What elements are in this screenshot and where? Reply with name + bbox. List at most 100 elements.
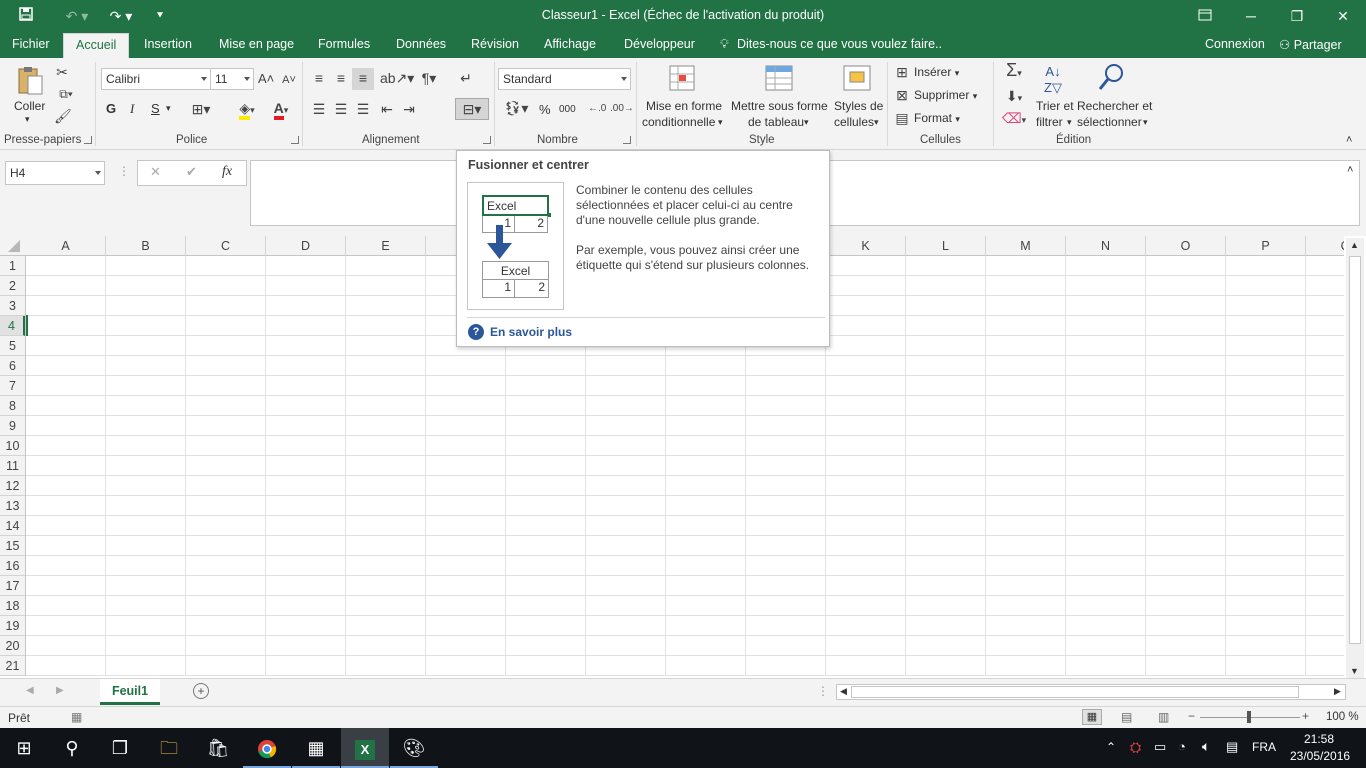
windows-start-icon[interactable]: ⊞ xyxy=(0,728,48,768)
format-painter-icon[interactable]: 🖌︎ xyxy=(54,108,72,124)
underline-button[interactable]: S xyxy=(151,101,160,116)
learn-more-link[interactable]: En savoir plus xyxy=(490,325,572,339)
column-header[interactable]: M xyxy=(986,236,1066,256)
conditional-format-button[interactable]: Mise en forme xyxy=(646,99,722,113)
signin-link[interactable]: Connexion xyxy=(1205,37,1265,51)
show-hidden-icons[interactable]: ⌃ xyxy=(1106,740,1116,754)
column-header[interactable]: C xyxy=(186,236,266,256)
row-header[interactable]: 19 xyxy=(0,616,25,636)
ribbon-display-icon[interactable] xyxy=(1194,6,1216,26)
row-header[interactable]: 20 xyxy=(0,636,25,656)
cut-icon[interactable]: ✂ xyxy=(54,64,70,80)
column-header[interactable]: A xyxy=(26,236,106,256)
tab-developpeur[interactable]: Développeur xyxy=(624,37,695,51)
row-header[interactable]: 8 xyxy=(0,396,25,416)
normal-view-icon[interactable]: ▦ xyxy=(1082,709,1102,725)
row-header[interactable]: 1 xyxy=(0,256,25,276)
align-bottom-icon[interactable]: ≡ xyxy=(352,68,374,90)
store-icon[interactable]: 🛍︎ xyxy=(194,728,242,768)
column-header[interactable]: D xyxy=(266,236,346,256)
sheet-tab-feuil1[interactable]: Feuil1 xyxy=(100,679,160,705)
column-header[interactable]: E xyxy=(346,236,426,256)
cancel-icon[interactable]: ✕ xyxy=(150,164,161,180)
row-header[interactable]: 18 xyxy=(0,596,25,616)
row-header[interactable]: 7 xyxy=(0,376,25,396)
row-header[interactable]: 3 xyxy=(0,296,25,316)
cell-styles-button[interactable]: Styles de xyxy=(834,99,883,113)
row-header[interactable]: 10 xyxy=(0,436,25,456)
bold-button[interactable]: G xyxy=(106,101,116,116)
scroll-right-icon[interactable]: ▶ xyxy=(1334,686,1341,697)
row-header[interactable]: 4 xyxy=(0,316,25,336)
tab-insertion[interactable]: Insertion xyxy=(144,37,192,51)
align-center-icon[interactable]: ☰ xyxy=(333,101,349,117)
column-header[interactable]: N xyxy=(1066,236,1146,256)
horizontal-scrollbar[interactable]: ◀ ▶ xyxy=(836,684,1346,700)
align-left-icon[interactable]: ☰ xyxy=(311,101,327,117)
font-launcher-icon[interactable] xyxy=(291,136,299,144)
insert-button[interactable]: Insérer ▾ xyxy=(914,65,959,79)
volume-icon[interactable]: 🔈︎ xyxy=(1202,738,1210,755)
scroll-left-icon[interactable]: ◀ xyxy=(840,686,847,697)
hscroll-thumb[interactable] xyxy=(851,686,1299,698)
shrink-font-icon[interactable]: A˅ xyxy=(282,72,296,88)
clock-date[interactable]: 23/05/2016 xyxy=(1290,749,1350,763)
orientation-icon[interactable]: ab↗▾ xyxy=(380,70,414,86)
format-button[interactable]: Format ▾ xyxy=(914,111,960,125)
page-layout-view-icon[interactable]: ▤ xyxy=(1121,710,1132,724)
decrease-indent-icon[interactable]: ⇤ xyxy=(378,101,396,117)
align-right-icon[interactable]: ☰ xyxy=(355,101,371,117)
increase-indent-icon[interactable]: ⇥ xyxy=(400,101,418,117)
clear-icon[interactable]: ⌫▾ xyxy=(1000,110,1028,128)
minimize-icon[interactable]: ─ xyxy=(1240,6,1262,26)
tab-donnees[interactable]: Données xyxy=(396,37,446,51)
tab-affichage[interactable]: Affichage xyxy=(544,37,596,51)
close-icon[interactable]: ✕ xyxy=(1332,6,1354,26)
scroll-up-icon[interactable]: ▲ xyxy=(1350,240,1359,250)
rtl-icon[interactable]: ¶▾ xyxy=(416,70,442,86)
wrap-text-icon[interactable]: ↵ xyxy=(458,70,474,86)
number-format-select[interactable]: Standard xyxy=(498,68,631,90)
macro-record-icon[interactable]: ▦ xyxy=(71,710,82,724)
zoom-level[interactable]: 100 % xyxy=(1326,711,1359,723)
align-middle-icon[interactable]: ≡ xyxy=(333,70,349,86)
paste-dropdown-icon[interactable]: ▾ xyxy=(25,114,30,125)
row-header[interactable]: 16 xyxy=(0,556,25,576)
next-sheet-icon[interactable]: ▶ xyxy=(56,685,64,696)
row-header[interactable]: 9 xyxy=(0,416,25,436)
row-header[interactable]: 6 xyxy=(0,356,25,376)
clipboard-launcher-icon[interactable] xyxy=(84,136,92,144)
collapse-ribbon-icon[interactable]: ˄ xyxy=(1346,134,1352,146)
battery-icon[interactable]: ▭ xyxy=(1154,739,1166,755)
percent-button[interactable]: % xyxy=(539,102,551,117)
notifications-icon[interactable]: ▤ xyxy=(1226,739,1238,755)
row-header[interactable]: 13 xyxy=(0,496,25,516)
collapse-formula-icon[interactable]: ˄ xyxy=(1347,164,1353,176)
zoom-slider-thumb[interactable] xyxy=(1247,711,1251,723)
font-size-select[interactable]: 11 xyxy=(210,68,254,90)
name-box[interactable]: H4 xyxy=(5,161,105,185)
thousands-button[interactable]: 000 xyxy=(559,104,576,115)
tab-formules[interactable]: Formules xyxy=(318,37,370,51)
tab-mise-en-page[interactable]: Mise en page xyxy=(219,37,294,51)
scroll-down-icon[interactable]: ▼ xyxy=(1350,666,1359,676)
tab-fichier[interactable]: Fichier xyxy=(12,37,50,51)
number-launcher-icon[interactable] xyxy=(623,136,631,144)
add-sheet-icon[interactable]: + xyxy=(193,683,209,699)
decrease-decimal-icon[interactable]: .00→ xyxy=(610,101,634,117)
language-indicator[interactable]: FRA xyxy=(1252,740,1276,754)
font-name-select[interactable]: Calibri xyxy=(101,68,211,90)
paste-icon[interactable] xyxy=(16,66,46,96)
page-break-view-icon[interactable]: ▥ xyxy=(1158,710,1169,724)
column-header[interactable]: Q xyxy=(1306,236,1344,256)
restore-icon[interactable]: ❐ xyxy=(1286,6,1308,26)
sort-filter-button[interactable]: Trier et xyxy=(1036,99,1074,113)
italic-button[interactable]: I xyxy=(130,101,134,117)
row-header[interactable]: 2 xyxy=(0,276,25,296)
format-as-table-button[interactable]: Mettre sous forme xyxy=(731,99,828,113)
enter-icon[interactable]: ✔ xyxy=(186,164,197,180)
excel-taskbar-icon[interactable]: X xyxy=(341,728,389,768)
fill-icon[interactable]: ⬇▾ xyxy=(1000,88,1028,106)
share-button[interactable]: ⚇ Partager xyxy=(1279,37,1342,52)
tab-accueil[interactable]: Accueil xyxy=(63,33,130,58)
